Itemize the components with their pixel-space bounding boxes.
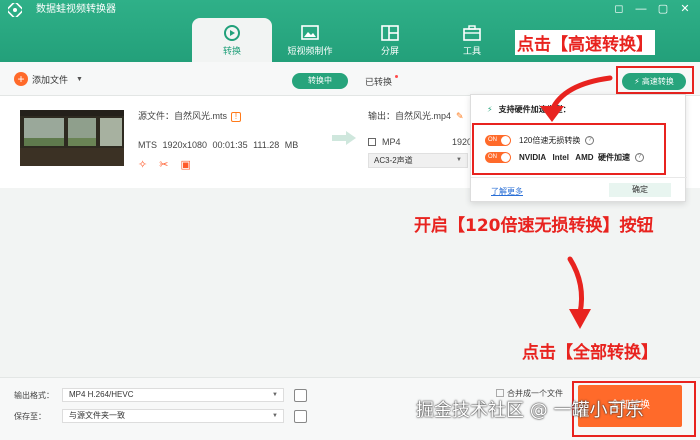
app-title: 数据蛙视频转换器: [36, 4, 116, 15]
tab-converted-label: 已转换: [365, 77, 393, 87]
output-format[interactable]: MP4: [368, 137, 401, 147]
image-icon: [301, 25, 319, 40]
format-settings-icon[interactable]: [294, 389, 307, 402]
plus-icon: +: [14, 72, 28, 86]
output-format-label: MP4: [382, 137, 401, 147]
annotation-arrow-2: [567, 256, 591, 329]
audio-track-select[interactable]: AC3-2声道 ▼: [368, 153, 468, 168]
tab-short-video[interactable]: 短视频制作: [270, 18, 350, 62]
maximize-icon[interactable]: ▢: [654, 1, 672, 17]
app-logo-icon: [8, 3, 22, 17]
tab-converting[interactable]: 转换中: [292, 73, 348, 89]
chevron-down-icon: ▼: [272, 413, 278, 419]
bolt-icon: ⚡: [487, 105, 493, 114]
tab-split-screen-label: 分屏: [380, 46, 399, 56]
video-thumbnail[interactable]: [20, 110, 124, 166]
annotation-arrow-1: [540, 75, 613, 122]
output-file: 输出：自然风光.mp4 ✎: [368, 109, 464, 122]
scissors-icon[interactable]: ✂: [159, 158, 168, 171]
output-file-name: 输出：自然风光.mp4: [368, 111, 452, 121]
notification-dot: [395, 75, 399, 78]
close-icon[interactable]: ✕: [676, 1, 694, 17]
output-format-value: MP4 H.264/HEVC: [69, 390, 134, 399]
source-file: 源文件：自然风光.mts!: [138, 109, 241, 122]
annotation-click-convert-all: 点击【全部转换】: [522, 343, 658, 363]
highlight-toggles: [472, 123, 666, 175]
popup-ok-button[interactable]: 确定: [609, 183, 671, 197]
save-to-value: 与源文件夹一致: [69, 411, 125, 420]
annotation-enable-lossless: 开启【120倍速无损转换】按钮: [414, 216, 654, 236]
save-to-label: 保存至：: [14, 412, 46, 421]
highlight-speed-button: [616, 66, 694, 94]
output-format-select[interactable]: MP4 H.264/HEVC ▼: [62, 388, 284, 402]
split-screen-icon: [381, 25, 399, 41]
folder-icon[interactable]: [294, 410, 307, 423]
film-icon: [368, 138, 376, 146]
add-file-label: 添加文件: [32, 74, 69, 85]
window-controls: ◻ — ▢ ✕: [610, 1, 694, 17]
edit-clip-icon[interactable]: ▣: [180, 158, 190, 171]
add-file-button[interactable]: + 添加文件 ▼: [14, 72, 83, 86]
watermark: 掘金技术社区 @ 一罐小可乐: [416, 400, 644, 421]
chevron-down-icon: ▼: [272, 392, 278, 398]
output-format-label: 输出格式：: [14, 391, 54, 400]
chevron-down-icon[interactable]: ▼: [76, 76, 83, 83]
chevron-down-icon: ▼: [456, 157, 462, 163]
tab-tools-label: 工具: [462, 46, 481, 56]
minimize-icon[interactable]: —: [632, 1, 650, 17]
divider: [471, 177, 687, 178]
magic-wand-icon[interactable]: ✧: [138, 158, 147, 171]
arrow-right-icon: [332, 131, 356, 145]
source-file-name: 源文件：自然风光.mts: [138, 111, 227, 121]
menu-window-icon[interactable]: ◻: [610, 1, 628, 17]
edit-tools: ✧ ✂ ▣: [138, 158, 191, 171]
tab-convert[interactable]: 转换: [192, 18, 272, 62]
tab-converted[interactable]: 已转换: [365, 75, 399, 88]
file-meta: MTS 1920x1080 00:01:35 111.28 MB: [138, 140, 299, 150]
info-icon[interactable]: !: [231, 112, 241, 122]
toolbox-icon: [463, 25, 481, 41]
audio-track-value: AC3-2声道: [374, 156, 413, 165]
learn-more-link[interactable]: 了解更多: [491, 186, 523, 197]
tab-split-screen[interactable]: 分屏: [350, 18, 430, 62]
save-to-select[interactable]: 与源文件夹一致 ▼: [62, 409, 284, 423]
pencil-icon[interactable]: ✎: [456, 111, 464, 121]
convert-icon: [224, 25, 240, 41]
tab-short-video-label: 短视频制作: [287, 46, 333, 56]
tab-convert-label: 转换: [222, 46, 241, 56]
